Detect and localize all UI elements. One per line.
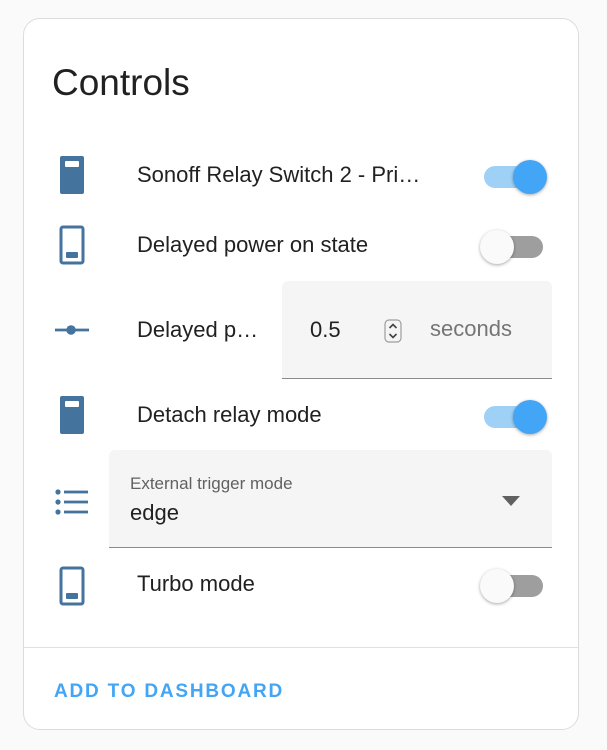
- entity-row-detach-relay-mode: Detach relay mode: [24, 385, 580, 445]
- select-value: edge: [130, 500, 179, 525]
- turbo-mode-toggle[interactable]: [480, 566, 544, 603]
- number-value: 0.5: [310, 317, 341, 342]
- entity-name: Delayed p…: [137, 317, 259, 342]
- dropdown-caret-icon: [501, 494, 521, 506]
- relay-off-icon: [54, 225, 90, 265]
- entity-name: Turbo mode: [137, 571, 255, 596]
- list-icon: [54, 482, 90, 522]
- relay-switch-toggle[interactable]: [480, 157, 547, 194]
- card-actions-divider: [24, 647, 578, 648]
- entity-name: Sonoff Relay Switch 2 - Pri…: [137, 162, 421, 187]
- card-title: Controls: [52, 62, 190, 103]
- toggle-thumb: [513, 160, 547, 194]
- controls-card: Controls Sonoff Relay Switch 2 - Pri… De…: [23, 18, 579, 730]
- relay-on-icon: [54, 155, 90, 195]
- detach-relay-mode-toggle[interactable]: [480, 397, 547, 434]
- spin-buttons-icon[interactable]: [384, 319, 402, 343]
- entity-name: Detach relay mode: [137, 402, 322, 427]
- entity-row-turbo-mode: Turbo mode: [24, 554, 580, 614]
- entity-name: Delayed power on state: [137, 232, 369, 257]
- entity-row-delayed-power-on-state: Delayed power on state: [24, 215, 580, 275]
- delayed-power-on-state-toggle[interactable]: [480, 227, 544, 264]
- slider-icon: [54, 310, 90, 350]
- relay-on-icon: [54, 395, 90, 435]
- delay-number-input[interactable]: 0.5 seconds: [282, 281, 552, 379]
- add-to-dashboard-button[interactable]: ADD TO DASHBOARD: [42, 674, 296, 710]
- entity-row-relay-switch: Sonoff Relay Switch 2 - Pri…: [24, 145, 580, 205]
- select-label: External trigger mode: [130, 474, 293, 493]
- number-unit: seconds: [430, 316, 512, 341]
- toggle-thumb: [513, 400, 547, 434]
- relay-off-icon: [54, 566, 90, 606]
- toggle-thumb: [480, 569, 514, 603]
- external-trigger-mode-select[interactable]: External trigger mode edge: [109, 450, 552, 548]
- toggle-thumb: [480, 230, 514, 264]
